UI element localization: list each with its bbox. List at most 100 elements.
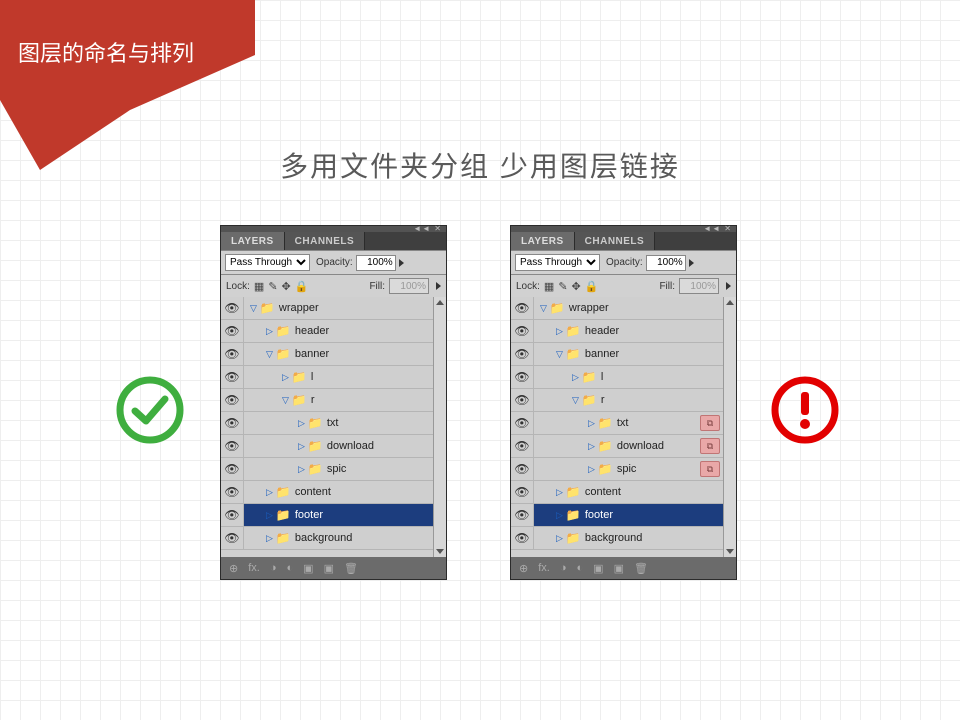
chevron-right-icon[interactable]: ▷ [298, 418, 305, 429]
panel-bottom-icon[interactable]: ▣ [324, 562, 334, 575]
visibility-eye-icon[interactable]: 👁 [221, 343, 244, 365]
layer-row[interactable]: 👁▷📁spic [221, 458, 434, 481]
layer-row[interactable]: 👁▷📁txt⧉ [511, 412, 724, 435]
visibility-eye-icon[interactable]: 👁 [221, 481, 244, 503]
panel-titlebar[interactable] [221, 226, 446, 232]
panel-bottom-icon[interactable]: 🗑 [634, 562, 648, 575]
chevron-right-icon[interactable]: ▷ [588, 441, 595, 452]
opacity-flyout-icon[interactable] [689, 259, 694, 267]
chevron-right-icon[interactable]: ▷ [266, 510, 273, 521]
visibility-eye-icon[interactable]: 👁 [511, 297, 534, 319]
layer-row[interactable]: 👁▷📁footer [511, 504, 724, 527]
scrollbar[interactable] [433, 297, 446, 557]
layer-row[interactable]: 👁▷📁header [221, 320, 434, 343]
layer-row[interactable]: 👁▷📁footer [221, 504, 434, 527]
visibility-eye-icon[interactable]: 👁 [221, 527, 244, 549]
visibility-eye-icon[interactable]: 👁 [511, 412, 534, 434]
tab-layers[interactable]: LAYERS [511, 232, 575, 250]
panel-bottom-icon[interactable]: 🗑 [344, 562, 358, 575]
tab-channels[interactable]: CHANNELS [575, 232, 656, 250]
layer-row[interactable]: 👁▷📁download [221, 435, 434, 458]
visibility-eye-icon[interactable]: 👁 [221, 366, 244, 388]
lock-all-icon[interactable]: 🔒 [295, 280, 309, 293]
layer-row[interactable]: 👁▷📁header [511, 320, 724, 343]
opacity-input[interactable] [646, 255, 686, 271]
tab-channels[interactable]: CHANNELS [285, 232, 366, 250]
chevron-right-icon[interactable]: ▷ [282, 372, 289, 383]
chevron-right-icon[interactable]: ▷ [266, 533, 273, 544]
visibility-eye-icon[interactable]: 👁 [221, 412, 244, 434]
visibility-eye-icon[interactable]: 👁 [511, 527, 534, 549]
lock-move-icon[interactable]: ✥ [282, 280, 291, 293]
layer-row[interactable]: 👁▽📁wrapper [511, 297, 724, 320]
layer-row[interactable]: 👁▷📁background [221, 527, 434, 550]
chevron-right-icon[interactable]: ▷ [266, 487, 273, 498]
panel-bottom-icon[interactable]: fx. [538, 562, 550, 574]
panel-titlebar[interactable] [511, 226, 736, 232]
lock-transparent-icon[interactable]: ▦ [254, 280, 264, 293]
chevron-right-icon[interactable]: ▷ [556, 533, 563, 544]
lock-transparent-icon[interactable]: ▦ [544, 280, 554, 293]
visibility-eye-icon[interactable]: 👁 [221, 458, 244, 480]
lock-move-icon[interactable]: ✥ [572, 280, 581, 293]
chevron-right-icon[interactable]: ▷ [556, 326, 563, 337]
layer-row[interactable]: 👁▽📁banner [221, 343, 434, 366]
layer-row[interactable]: 👁▽📁r [221, 389, 434, 412]
link-icon[interactable]: ⧉ [700, 438, 720, 454]
visibility-eye-icon[interactable]: 👁 [511, 389, 534, 411]
visibility-eye-icon[interactable]: 👁 [511, 320, 534, 342]
layer-row[interactable]: 👁▽📁r [511, 389, 724, 412]
chevron-right-icon[interactable]: ▷ [588, 418, 595, 429]
layer-row[interactable]: 👁▷📁content [511, 481, 724, 504]
visibility-eye-icon[interactable]: 👁 [511, 435, 534, 457]
chevron-right-icon[interactable]: ▷ [572, 372, 579, 383]
layer-row[interactable]: 👁▷📁spic⧉ [511, 458, 724, 481]
chevron-right-icon[interactable]: ▷ [556, 510, 563, 521]
blend-mode-select[interactable]: Pass Through [225, 254, 310, 271]
panel-bottom-icon[interactable]: ◑ [560, 562, 567, 574]
panel-bottom-icon[interactable]: ⊕ [519, 562, 528, 575]
layer-row[interactable]: 👁▷📁download⧉ [511, 435, 724, 458]
chevron-right-icon[interactable]: ▷ [266, 326, 273, 337]
scrollbar[interactable] [723, 297, 736, 557]
layer-row[interactable]: 👁▷📁l [511, 366, 724, 389]
panel-bottom-icon[interactable]: fx. [248, 562, 260, 574]
visibility-eye-icon[interactable]: 👁 [221, 297, 244, 319]
chevron-down-icon[interactable]: ▽ [282, 395, 289, 406]
chevron-down-icon[interactable]: ▽ [266, 349, 273, 360]
fill-flyout-icon[interactable] [436, 282, 441, 290]
chevron-right-icon[interactable]: ▷ [588, 464, 595, 475]
visibility-eye-icon[interactable]: 👁 [511, 458, 534, 480]
layer-row[interactable]: 👁▷📁background [511, 527, 724, 550]
link-icon[interactable]: ⧉ [700, 461, 720, 477]
panel-bottom-icon[interactable]: ▣ [614, 562, 624, 575]
visibility-eye-icon[interactable]: 👁 [221, 435, 244, 457]
blend-mode-select[interactable]: Pass Through [515, 254, 600, 271]
visibility-eye-icon[interactable]: 👁 [221, 504, 244, 526]
tab-layers[interactable]: LAYERS [221, 232, 285, 250]
visibility-eye-icon[interactable]: 👁 [511, 366, 534, 388]
layer-row[interactable]: 👁▷📁l [221, 366, 434, 389]
panel-bottom-icon[interactable]: ◐ [577, 562, 584, 574]
visibility-eye-icon[interactable]: 👁 [511, 343, 534, 365]
chevron-down-icon[interactable]: ▽ [572, 395, 579, 406]
panel-bottom-icon[interactable]: ◐ [287, 562, 294, 574]
chevron-right-icon[interactable]: ▷ [298, 464, 305, 475]
chevron-right-icon[interactable]: ▷ [556, 487, 563, 498]
chevron-down-icon[interactable]: ▽ [250, 303, 257, 314]
chevron-right-icon[interactable]: ▷ [298, 441, 305, 452]
opacity-input[interactable] [356, 255, 396, 271]
panel-bottom-icon[interactable]: ⊕ [229, 562, 238, 575]
chevron-down-icon[interactable]: ▽ [540, 303, 547, 314]
lock-all-icon[interactable]: 🔒 [585, 280, 599, 293]
visibility-eye-icon[interactable]: 👁 [511, 504, 534, 526]
lock-brush-icon[interactable]: ✎ [268, 280, 277, 293]
panel-bottom-icon[interactable]: ▣ [303, 562, 313, 575]
panel-bottom-icon[interactable]: ▣ [593, 562, 603, 575]
layer-row[interactable]: 👁▽📁banner [511, 343, 724, 366]
layer-row[interactable]: 👁▷📁txt [221, 412, 434, 435]
lock-brush-icon[interactable]: ✎ [558, 280, 567, 293]
layer-row[interactable]: 👁▽📁wrapper [221, 297, 434, 320]
panel-bottom-icon[interactable]: ◑ [270, 562, 277, 574]
chevron-down-icon[interactable]: ▽ [556, 349, 563, 360]
